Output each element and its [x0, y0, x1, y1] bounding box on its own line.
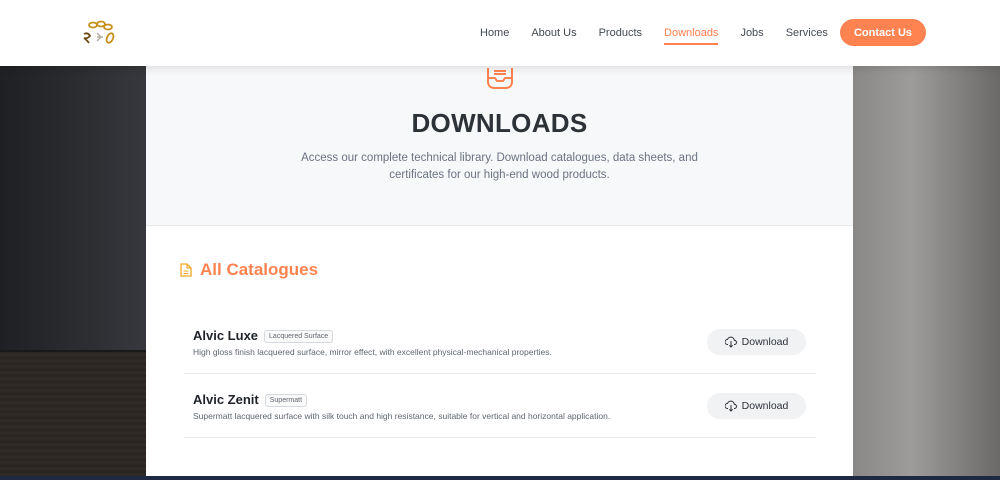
page-title: DOWNLOADS	[411, 108, 588, 138]
nav-jobs[interactable]: Jobs	[740, 27, 763, 39]
catalogue-name: Alvic Luxe Lacquered Surface	[193, 328, 334, 343]
footer-edge	[0, 476, 1000, 480]
nav-about-us[interactable]: About Us	[531, 27, 576, 39]
background-right-panel	[853, 66, 1000, 480]
nav-products[interactable]: Products	[599, 27, 642, 39]
list-item: Alvic Luxe Lacquered Surface High gloss f…	[184, 310, 816, 374]
nav-home[interactable]: Home	[480, 27, 509, 39]
background-left-wood	[0, 350, 146, 480]
document-icon	[180, 263, 192, 277]
catalogue-name: Alvic Zenit Supermatt	[193, 392, 308, 407]
cloud-download-icon	[724, 400, 737, 412]
main-nav: Home About Us Products Downloads Jobs Se…	[480, 0, 850, 66]
catalogue-name-text: Alvic Zenit	[193, 392, 259, 407]
download-button[interactable]: Download	[707, 329, 806, 355]
inbox-tray-icon	[484, 66, 516, 92]
download-label: Download	[741, 336, 789, 348]
download-button[interactable]: Download	[707, 393, 806, 419]
nav-services[interactable]: Services	[786, 27, 828, 39]
catalogue-badge: Supermatt	[264, 394, 308, 407]
page-description: Access our complete technical library. D…	[301, 152, 698, 181]
cloud-download-icon	[724, 336, 737, 348]
catalogue-name-text: Alvic Luxe	[193, 328, 259, 343]
brand-logo-icon[interactable]	[80, 19, 116, 47]
catalogue-description: Supermatt lacquered surface with silk to…	[193, 411, 611, 421]
catalogue-list: Alvic Luxe Lacquered Surface High gloss f…	[184, 310, 816, 438]
hero-section: DOWNLOADS Access our complete technical …	[146, 66, 853, 226]
section-heading: All Catalogues	[180, 260, 318, 280]
catalogue-badge: Lacquered Surface	[264, 330, 334, 343]
section-title: All Catalogues	[200, 260, 319, 279]
list-item: Alvic Zenit Supermatt Supermatt lacquered…	[184, 374, 816, 438]
site-header: Home About Us Products Downloads Jobs Se…	[0, 0, 1000, 66]
download-label: Download	[741, 400, 789, 412]
catalogue-description: High gloss finish lacquered surface, mir…	[193, 347, 552, 357]
nav-downloads[interactable]: Downloads	[664, 27, 719, 45]
contact-us-button[interactable]: Contact Us	[840, 19, 926, 46]
downloads-card: DOWNLOADS Access our complete technical …	[146, 66, 853, 480]
